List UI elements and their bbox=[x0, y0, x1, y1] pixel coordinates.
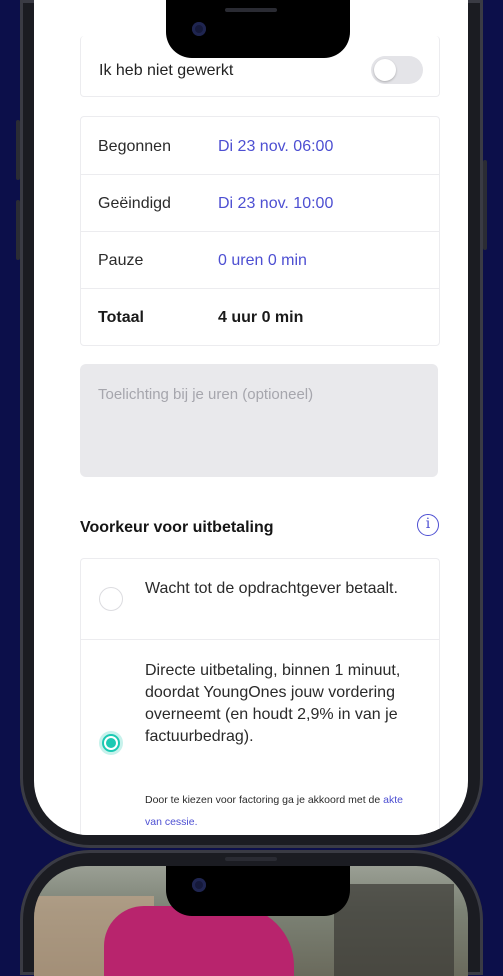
speaker-grille bbox=[225, 857, 277, 861]
radio-unselected[interactable] bbox=[99, 587, 123, 611]
time-row-total: Totaal 4 uur 0 min bbox=[81, 288, 439, 345]
photo-pink-object bbox=[104, 906, 294, 976]
payout-options-card: Wacht tot de opdrachtgever betaalt. Dire… bbox=[80, 558, 440, 835]
time-row-break[interactable]: Pauze 0 uren 0 min bbox=[81, 231, 439, 289]
phone-notch bbox=[166, 866, 350, 916]
speaker-grille bbox=[225, 8, 277, 12]
end-time-value[interactable]: Di 23 nov. 10:00 bbox=[218, 195, 333, 213]
payout-option-direct[interactable]: Directe uitbetaling, binnen 1 minuut, do… bbox=[81, 640, 439, 835]
break-value[interactable]: 0 uren 0 min bbox=[218, 252, 307, 270]
row-label: Pauze bbox=[98, 252, 144, 269]
fine-print-text: Door te kiezen voor factoring ga je akko… bbox=[145, 794, 381, 806]
info-icon[interactable]: i bbox=[417, 514, 439, 536]
photo-person bbox=[334, 884, 454, 976]
row-label: Geëindigd bbox=[98, 195, 171, 212]
payout-option-wait[interactable]: Wacht tot de opdrachtgever betaalt. bbox=[81, 559, 439, 640]
not-worked-toggle[interactable] bbox=[371, 56, 423, 84]
total-label: Totaal bbox=[98, 309, 144, 326]
time-row-end[interactable]: Geëindigd Di 23 nov. 10:00 bbox=[81, 174, 439, 232]
option-label: Directe uitbetaling, binnen 1 minuut, do… bbox=[145, 662, 401, 745]
total-value: 4 uur 0 min bbox=[218, 309, 304, 326]
factoring-fine-print: Door te kiezen voor factoring ga je akko… bbox=[145, 789, 405, 833]
volume-button bbox=[16, 200, 20, 260]
row-label: Begonnen bbox=[98, 138, 171, 155]
app-screen: Ik heb niet gewerkt Begonnen Di 23 nov. … bbox=[34, 0, 468, 835]
radio-selected[interactable] bbox=[99, 731, 123, 755]
payout-section-title: Voorkeur voor uitbetaling bbox=[80, 519, 274, 536]
camera-icon bbox=[192, 22, 206, 36]
comment-placeholder: Toelichting bij je uren (optioneel) bbox=[98, 386, 314, 403]
comment-textarea[interactable]: Toelichting bij je uren (optioneel) bbox=[80, 364, 438, 477]
time-row-start[interactable]: Begonnen Di 23 nov. 06:00 bbox=[81, 117, 439, 175]
start-time-value[interactable]: Di 23 nov. 06:00 bbox=[218, 138, 333, 156]
worked-toggle-label: Ik heb niet gewerkt bbox=[99, 62, 234, 79]
option-label: Wacht tot de opdrachtgever betaalt. bbox=[145, 580, 398, 597]
time-summary-card: Begonnen Di 23 nov. 06:00 Geëindigd Di 2… bbox=[80, 116, 440, 346]
power-button bbox=[483, 160, 487, 250]
toggle-knob bbox=[374, 59, 396, 81]
volume-button bbox=[16, 120, 20, 180]
camera-icon bbox=[192, 878, 206, 892]
